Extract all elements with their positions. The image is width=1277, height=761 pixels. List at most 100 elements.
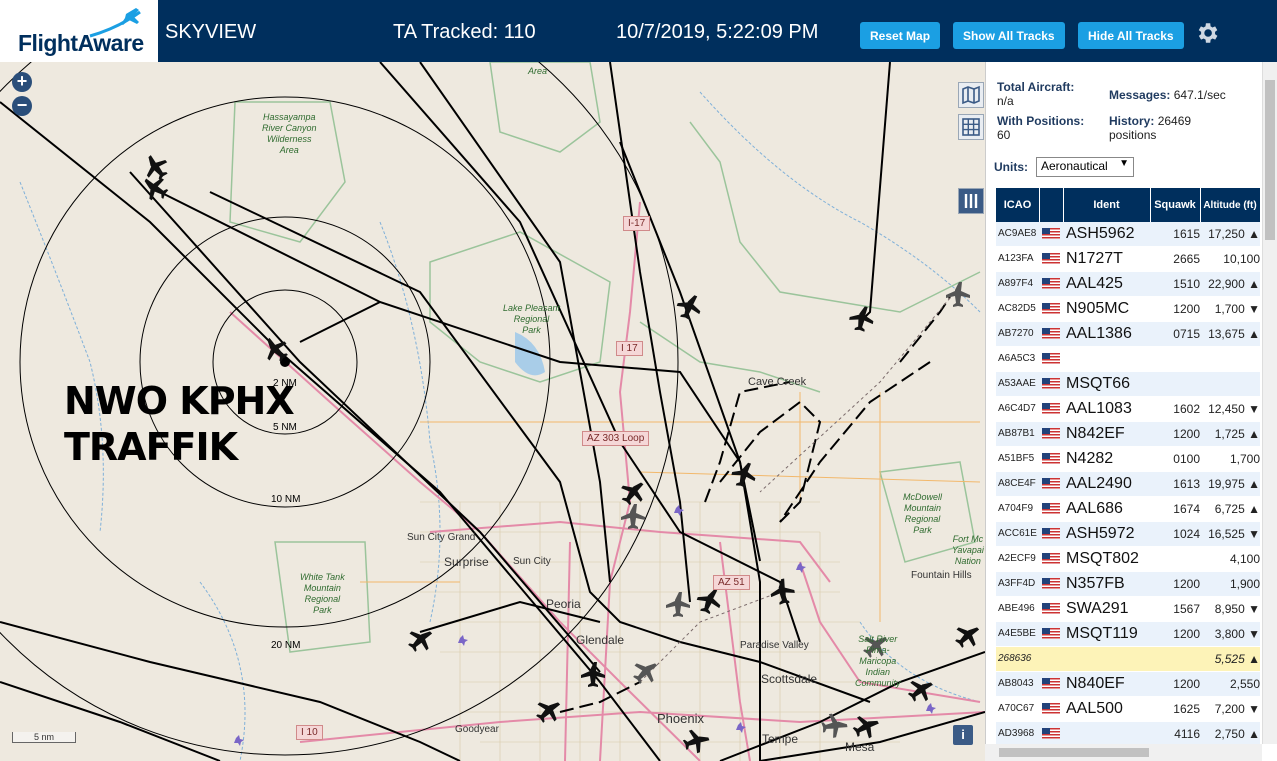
flag-cell <box>1042 647 1060 671</box>
cell-altitude: 16,525 ▼ <box>1208 527 1260 541</box>
zoom-in-button[interactable]: + <box>12 72 32 92</box>
table-row[interactable]: A53AAE MSQT66 <box>996 372 1260 397</box>
cell-squawk: 2665 <box>1173 252 1200 266</box>
columns-toggle-button[interactable] <box>958 188 984 214</box>
flightaware-logo[interactable]: FlightAware <box>0 0 158 62</box>
city-label: Mesa <box>845 740 875 754</box>
vertical-scrollbar[interactable] <box>1262 62 1277 744</box>
flag-cell <box>1042 622 1060 646</box>
messages-stat: Messages: 647.1/sec <box>1109 88 1269 102</box>
col-squawk[interactable]: Squawk <box>1150 188 1201 222</box>
overlay-title-line1: NWO KPHX <box>64 379 295 423</box>
us-flag-icon <box>1042 278 1060 289</box>
city-label: Phoenix <box>657 711 704 726</box>
cell-altitude: 8,950 ▼ <box>1214 602 1260 616</box>
table-row[interactable]: A4E5BE MSQT119 1200 3,800 ▼ <box>996 622 1260 647</box>
cell-icao: A704F9 <box>998 503 1034 514</box>
vertical-scroll-thumb[interactable] <box>1265 80 1275 240</box>
us-flag-icon <box>1042 378 1060 389</box>
col-flag[interactable] <box>1039 188 1064 222</box>
flag-cell <box>1042 497 1060 521</box>
area-label-top: Area <box>528 66 548 76</box>
table-row[interactable]: A51BF5 N4282 0100 1,700 <box>996 447 1260 472</box>
route-shield: I 17 <box>616 341 643 356</box>
cell-icao: AB7270 <box>998 328 1034 339</box>
cell-icao: 268636 <box>998 653 1032 664</box>
cell-ident: MSQT66 <box>1066 375 1131 392</box>
table-row[interactable]: A897F4 AAL425 1510 22,900 ▲ <box>996 272 1260 297</box>
flag-cell <box>1042 297 1060 321</box>
us-flag-icon <box>1042 603 1060 614</box>
table-row[interactable]: A70C67 AAL500 1625 7,200 ▼ <box>996 697 1260 722</box>
city-label: Sun City Grand <box>407 532 476 543</box>
cell-altitude: 7,200 ▼ <box>1214 702 1260 716</box>
cell-squawk: 1602 <box>1173 402 1200 416</box>
cell-squawk: 0100 <box>1173 452 1200 466</box>
show-all-tracks-button[interactable]: Show All Tracks <box>953 22 1065 49</box>
tracked-count: TA Tracked: 110 <box>393 21 536 43</box>
cell-squawk: 1615 <box>1173 227 1200 241</box>
history-unit: positions <box>1109 128 1157 142</box>
gear-icon[interactable] <box>1194 20 1220 46</box>
col-ident[interactable]: Ident <box>1063 188 1151 222</box>
flag-cell <box>1042 322 1060 346</box>
grid-toggle-button[interactable] <box>958 114 984 140</box>
table-row[interactable]: AB7270 AAL1386 0715 13,675 ▲ <box>996 322 1260 347</box>
cell-altitude: 22,900 ▲ <box>1208 277 1260 291</box>
us-flag-icon <box>1042 403 1060 414</box>
table-row[interactable]: A6C4D7 AAL1083 1602 12,450 ▼ <box>996 397 1260 422</box>
reset-map-button[interactable]: Reset Map <box>860 22 941 49</box>
cell-altitude <box>1202 372 1260 396</box>
cell-squawk <box>1154 647 1200 671</box>
horizontal-scrollbar[interactable] <box>985 744 1262 761</box>
aircraft-table-header: ICAO Ident Squawk Altitude (ft) <box>996 188 1260 222</box>
table-row[interactable]: AC9AE8 ASH5962 1615 17,250 ▲ <box>996 222 1260 247</box>
cell-squawk: 1200 <box>1173 627 1200 641</box>
flag-cell <box>1042 572 1060 596</box>
cell-icao: A897F4 <box>998 278 1034 289</box>
table-row[interactable]: A123FA N1727T 2665 10,100 <box>996 247 1260 272</box>
map-scale-bar: 5 nm <box>12 732 76 743</box>
cell-altitude: 4,100 <box>1229 552 1260 566</box>
table-row[interactable]: AC82D5 N905MC 1200 1,700 ▼ <box>996 297 1260 322</box>
flag-cell <box>1042 697 1060 721</box>
cell-icao: A8CE4F <box>998 478 1036 489</box>
cell-squawk: 4116 <box>1174 727 1200 741</box>
city-label: Surprise <box>444 555 489 569</box>
cell-ident: AAL1083 <box>1066 400 1132 417</box>
flag-cell <box>1042 472 1060 496</box>
table-row[interactable]: 268636 5,525 ▲ <box>996 647 1260 672</box>
cell-squawk: 1625 <box>1173 702 1200 716</box>
cell-squawk: 0715 <box>1173 327 1200 341</box>
cell-altitude: 1,725 ▲ <box>1214 427 1260 441</box>
cell-ident: N357FB <box>1066 575 1125 592</box>
history-value: 26469 <box>1157 114 1192 128</box>
table-row[interactable]: A2ECF9 MSQT802 4,100 <box>996 547 1260 572</box>
table-row[interactable]: AB87B1 N842EF 1200 1,725 ▲ <box>996 422 1260 447</box>
map-layers-button[interactable] <box>958 82 984 108</box>
table-row[interactable]: A704F9 AAL686 1674 6,725 ▲ <box>996 497 1260 522</box>
zoom-out-button[interactable]: − <box>12 96 32 116</box>
map-info-button[interactable]: i <box>953 725 973 745</box>
units-label: Units: <box>994 160 1028 174</box>
horizontal-scroll-thumb[interactable] <box>999 748 1149 757</box>
area-label-lake-pleasant: Lake Pleasant Regional Park <box>503 303 561 335</box>
chevron-down-icon: ▼ <box>1119 158 1129 169</box>
cell-ident: MSQT119 <box>1066 625 1138 642</box>
total-aircraft-label: Total Aircraft: <box>997 80 1075 94</box>
table-row[interactable]: A8CE4F AAL2490 1613 19,975 ▲ <box>996 472 1260 497</box>
cell-icao: AB87B1 <box>998 428 1035 439</box>
table-row[interactable]: A6A5C3 <box>996 347 1260 372</box>
map-canvas[interactable]: Hassayampa River Canyon Wilderness Area … <box>0 62 985 761</box>
route-shield: AZ 51 <box>713 575 750 590</box>
col-altitude[interactable]: Altitude (ft) <box>1200 188 1260 222</box>
flag-cell <box>1042 397 1060 421</box>
col-icao[interactable]: ICAO <box>996 188 1040 222</box>
table-row[interactable]: ACC61E ASH5972 1024 16,525 ▼ <box>996 522 1260 547</box>
units-select[interactable]: Aeronautical ▼ <box>1036 157 1134 177</box>
flag-cell <box>1042 522 1060 546</box>
table-row[interactable]: ABE496 SWA291 1567 8,950 ▼ <box>996 597 1260 622</box>
table-row[interactable]: A3FF4D N357FB 1200 1,900 <box>996 572 1260 597</box>
hide-all-tracks-button[interactable]: Hide All Tracks <box>1078 22 1184 49</box>
table-row[interactable]: AB8043 N840EF 1200 2,550 <box>996 672 1260 697</box>
